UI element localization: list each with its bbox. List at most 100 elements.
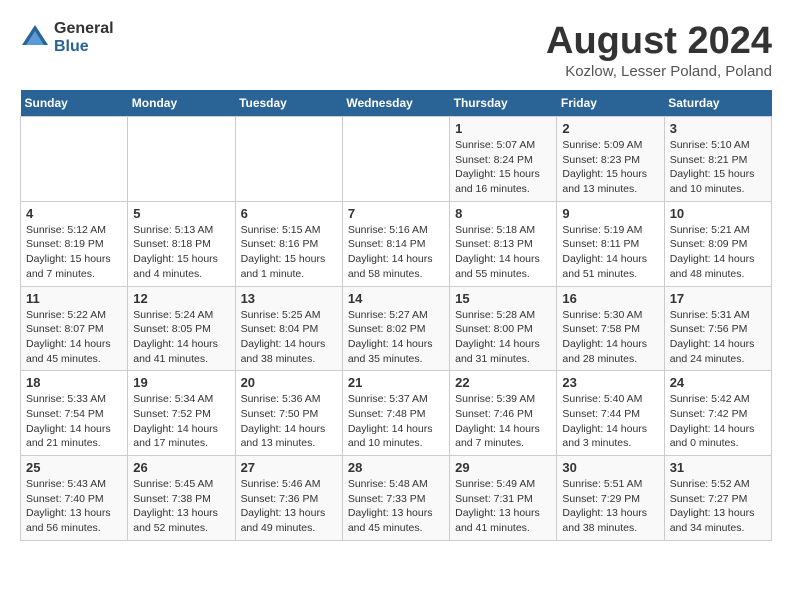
day-number: 6 [241,206,337,221]
day-cell: 15 Sunrise: 5:28 AM Sunset: 8:00 PM Dayli… [450,286,557,371]
day-number: 30 [562,460,658,475]
day-info: Sunrise: 5:09 AM Sunset: 8:23 PM Dayligh… [562,138,658,197]
day-cell: 12 Sunrise: 5:24 AM Sunset: 8:05 PM Dayli… [128,286,235,371]
day-info: Sunrise: 5:27 AM Sunset: 8:02 PM Dayligh… [348,308,444,367]
day-number: 16 [562,291,658,306]
day-info: Sunrise: 5:13 AM Sunset: 8:18 PM Dayligh… [133,223,229,282]
day-info: Sunrise: 5:16 AM Sunset: 8:14 PM Dayligh… [348,223,444,282]
day-cell: 26 Sunrise: 5:45 AM Sunset: 7:38 PM Dayli… [128,456,235,541]
day-cell: 17 Sunrise: 5:31 AM Sunset: 7:56 PM Dayli… [664,286,771,371]
day-cell: 30 Sunrise: 5:51 AM Sunset: 7:29 PM Dayli… [557,456,664,541]
day-cell: 19Sunrise: 5:34 AM Sunset: 7:52 PM Dayli… [128,371,235,456]
day-cell: 10Sunrise: 5:21 AM Sunset: 8:09 PM Dayli… [664,201,771,286]
day-number: 2 [562,121,658,136]
week-row-3: 11 Sunrise: 5:22 AM Sunset: 8:07 PM Dayli… [21,286,772,371]
day-number: 27 [241,460,337,475]
day-cell: 28Sunrise: 5:48 AM Sunset: 7:33 PM Dayli… [342,456,449,541]
day-cell: 27 Sunrise: 5:46 AM Sunset: 7:36 PM Dayli… [235,456,342,541]
day-info: Sunrise: 5:28 AM Sunset: 8:00 PM Dayligh… [455,308,551,367]
header-wednesday: Wednesday [342,90,449,117]
day-info: Sunrise: 5:52 AM Sunset: 7:27 PM Dayligh… [670,477,766,536]
day-info: Sunrise: 5:24 AM Sunset: 8:05 PM Dayligh… [133,308,229,367]
day-info: Sunrise: 5:39 AM Sunset: 7:46 PM Dayligh… [455,392,551,451]
header-thursday: Thursday [450,90,557,117]
day-cell: 11 Sunrise: 5:22 AM Sunset: 8:07 PM Dayli… [21,286,128,371]
day-number: 5 [133,206,229,221]
day-number: 18 [26,375,122,390]
day-cell [128,117,235,202]
day-info: Sunrise: 5:45 AM Sunset: 7:38 PM Dayligh… [133,477,229,536]
day-cell: 21 Sunrise: 5:37 AM Sunset: 7:48 PM Dayli… [342,371,449,456]
day-info: Sunrise: 5:19 AM Sunset: 8:11 PM Dayligh… [562,223,658,282]
day-number: 19 [133,375,229,390]
day-number: 4 [26,206,122,221]
day-info: Sunrise: 5:36 AM Sunset: 7:50 PM Dayligh… [241,392,337,451]
main-title: August 2024 [546,20,772,63]
day-number: 13 [241,291,337,306]
day-info: Sunrise: 5:12 AM Sunset: 8:19 PM Dayligh… [26,223,122,282]
day-info: Sunrise: 5:07 AM Sunset: 8:24 PM Dayligh… [455,138,551,197]
day-cell: 23Sunrise: 5:40 AM Sunset: 7:44 PM Dayli… [557,371,664,456]
week-row-5: 25Sunrise: 5:43 AM Sunset: 7:40 PM Dayli… [21,456,772,541]
day-number: 15 [455,291,551,306]
day-info: Sunrise: 5:30 AM Sunset: 7:58 PM Dayligh… [562,308,658,367]
day-info: Sunrise: 5:37 AM Sunset: 7:48 PM Dayligh… [348,392,444,451]
day-cell: 1Sunrise: 5:07 AM Sunset: 8:24 PM Daylig… [450,117,557,202]
day-number: 28 [348,460,444,475]
day-number: 3 [670,121,766,136]
day-info: Sunrise: 5:22 AM Sunset: 8:07 PM Dayligh… [26,308,122,367]
day-number: 12 [133,291,229,306]
day-cell: 8 Sunrise: 5:18 AM Sunset: 8:13 PM Daylig… [450,201,557,286]
day-cell [21,117,128,202]
day-number: 11 [26,291,122,306]
day-info: Sunrise: 5:33 AM Sunset: 7:54 PM Dayligh… [26,392,122,451]
day-number: 14 [348,291,444,306]
day-cell: 13 Sunrise: 5:25 AM Sunset: 8:04 PM Dayli… [235,286,342,371]
logo-icon [20,23,50,53]
title-section: August 2024 Kozlow, Lesser Poland, Polan… [546,20,772,80]
header-row: Sunday Monday Tuesday Wednesday Thursday… [21,90,772,117]
day-info: Sunrise: 5:25 AM Sunset: 8:04 PM Dayligh… [241,308,337,367]
day-number: 31 [670,460,766,475]
week-row-2: 4 Sunrise: 5:12 AM Sunset: 8:19 PM Daylig… [21,201,772,286]
day-info: Sunrise: 5:51 AM Sunset: 7:29 PM Dayligh… [562,477,658,536]
day-info: Sunrise: 5:18 AM Sunset: 8:13 PM Dayligh… [455,223,551,282]
day-cell: 4 Sunrise: 5:12 AM Sunset: 8:19 PM Daylig… [21,201,128,286]
day-number: 17 [670,291,766,306]
day-info: Sunrise: 5:15 AM Sunset: 8:16 PM Dayligh… [241,223,337,282]
day-cell: 7Sunrise: 5:16 AM Sunset: 8:14 PM Daylig… [342,201,449,286]
day-cell: 24Sunrise: 5:42 AM Sunset: 7:42 PM Dayli… [664,371,771,456]
day-number: 20 [241,375,337,390]
day-number: 21 [348,375,444,390]
day-cell: 22 Sunrise: 5:39 AM Sunset: 7:46 PM Dayli… [450,371,557,456]
day-number: 23 [562,375,658,390]
day-number: 24 [670,375,766,390]
day-cell: 25Sunrise: 5:43 AM Sunset: 7:40 PM Dayli… [21,456,128,541]
day-cell: 20 Sunrise: 5:36 AM Sunset: 7:50 PM Dayli… [235,371,342,456]
day-info: Sunrise: 5:31 AM Sunset: 7:56 PM Dayligh… [670,308,766,367]
day-cell [235,117,342,202]
day-number: 8 [455,206,551,221]
day-cell: 18 Sunrise: 5:33 AM Sunset: 7:54 PM Dayli… [21,371,128,456]
day-cell: 29Sunrise: 5:49 AM Sunset: 7:31 PM Dayli… [450,456,557,541]
logo-text: General Blue [54,20,114,55]
day-cell: 16 Sunrise: 5:30 AM Sunset: 7:58 PM Dayli… [557,286,664,371]
day-cell: 31 Sunrise: 5:52 AM Sunset: 7:27 PM Dayli… [664,456,771,541]
day-number: 22 [455,375,551,390]
header-sunday: Sunday [21,90,128,117]
day-number: 9 [562,206,658,221]
day-info: Sunrise: 5:49 AM Sunset: 7:31 PM Dayligh… [455,477,551,536]
header-tuesday: Tuesday [235,90,342,117]
week-row-4: 18 Sunrise: 5:33 AM Sunset: 7:54 PM Dayli… [21,371,772,456]
day-cell: 6 Sunrise: 5:15 AM Sunset: 8:16 PM Daylig… [235,201,342,286]
header-friday: Friday [557,90,664,117]
header-saturday: Saturday [664,90,771,117]
day-number: 10 [670,206,766,221]
logo-general-text: General [54,20,114,38]
day-cell: 9 Sunrise: 5:19 AM Sunset: 8:11 PM Daylig… [557,201,664,286]
page-header: General Blue August 2024 Kozlow, Lesser … [20,20,772,80]
day-info: Sunrise: 5:46 AM Sunset: 7:36 PM Dayligh… [241,477,337,536]
day-cell: 14 Sunrise: 5:27 AM Sunset: 8:02 PM Dayli… [342,286,449,371]
day-number: 26 [133,460,229,475]
calendar-body: 1Sunrise: 5:07 AM Sunset: 8:24 PM Daylig… [21,117,772,541]
